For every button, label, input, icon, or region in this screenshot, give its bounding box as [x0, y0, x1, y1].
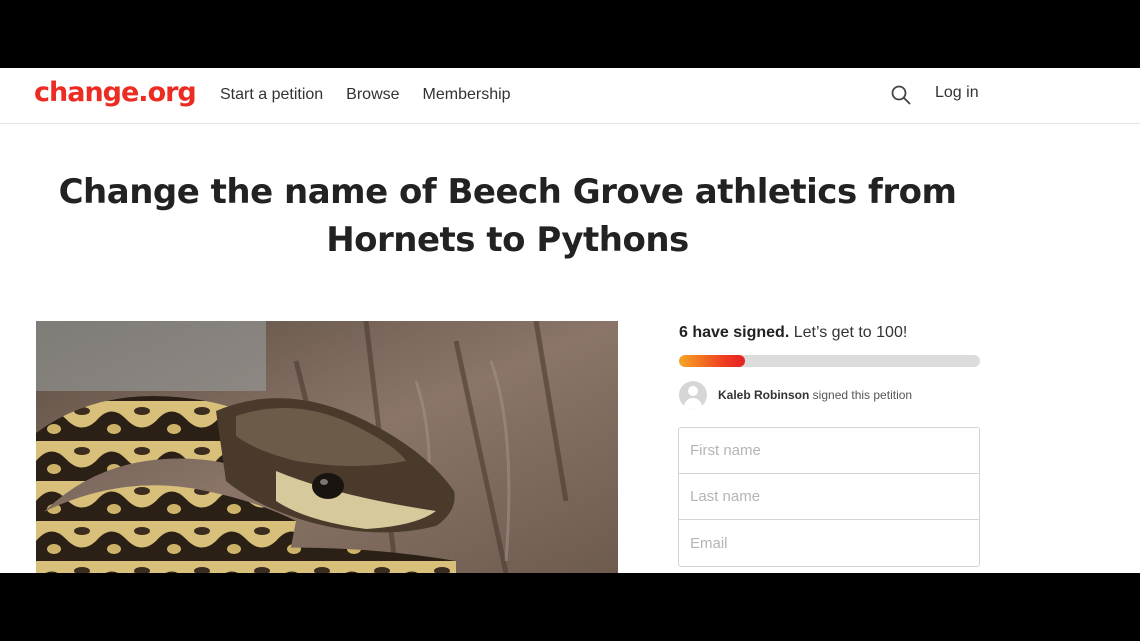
letterbox-bottom: [0, 573, 1140, 641]
avatar: [679, 381, 707, 409]
recent-signer-action: signed this petition: [809, 388, 913, 402]
petition-title-line2: Hornets to Pythons: [326, 220, 689, 260]
login-link[interactable]: Log in: [935, 84, 979, 102]
recent-signer-name: Kaleb Robinson: [718, 388, 810, 402]
browser-viewport: change.org Start a petition Browse Membe…: [0, 68, 1140, 573]
main-nav: Start a petition Browse Membership: [220, 86, 534, 104]
recent-signer: Kaleb Robinson signed this petition: [679, 380, 912, 410]
petition-image: [36, 321, 618, 573]
python-snake-image: [36, 321, 618, 573]
nav-membership[interactable]: Membership: [423, 86, 511, 104]
search-icon[interactable]: [890, 84, 912, 106]
signature-progress-fill: [679, 355, 746, 367]
last-name-field[interactable]: [679, 474, 979, 520]
email-field[interactable]: [679, 520, 979, 566]
first-name-field[interactable]: [679, 428, 979, 474]
nav-browse[interactable]: Browse: [346, 86, 399, 104]
sign-form: [678, 427, 980, 567]
petition-title: Change the name of Beech Grove athletics…: [40, 168, 975, 264]
signature-goal: Let’s get to 100!: [789, 324, 908, 341]
signature-progress-bar: [679, 355, 980, 367]
petition-title-line1: Change the name of Beech Grove athletics…: [58, 172, 957, 212]
letterbox-top: [0, 0, 1140, 68]
signature-count: 6 have signed. Let’s get to 100!: [679, 324, 907, 342]
signature-count-number: 6 have signed.: [679, 324, 790, 341]
site-header: change.org Start a petition Browse Membe…: [0, 68, 1140, 124]
change-org-logo[interactable]: change.org: [34, 77, 197, 108]
nav-start-petition[interactable]: Start a petition: [220, 86, 323, 104]
recent-signer-text: Kaleb Robinson signed this petition: [718, 388, 912, 402]
